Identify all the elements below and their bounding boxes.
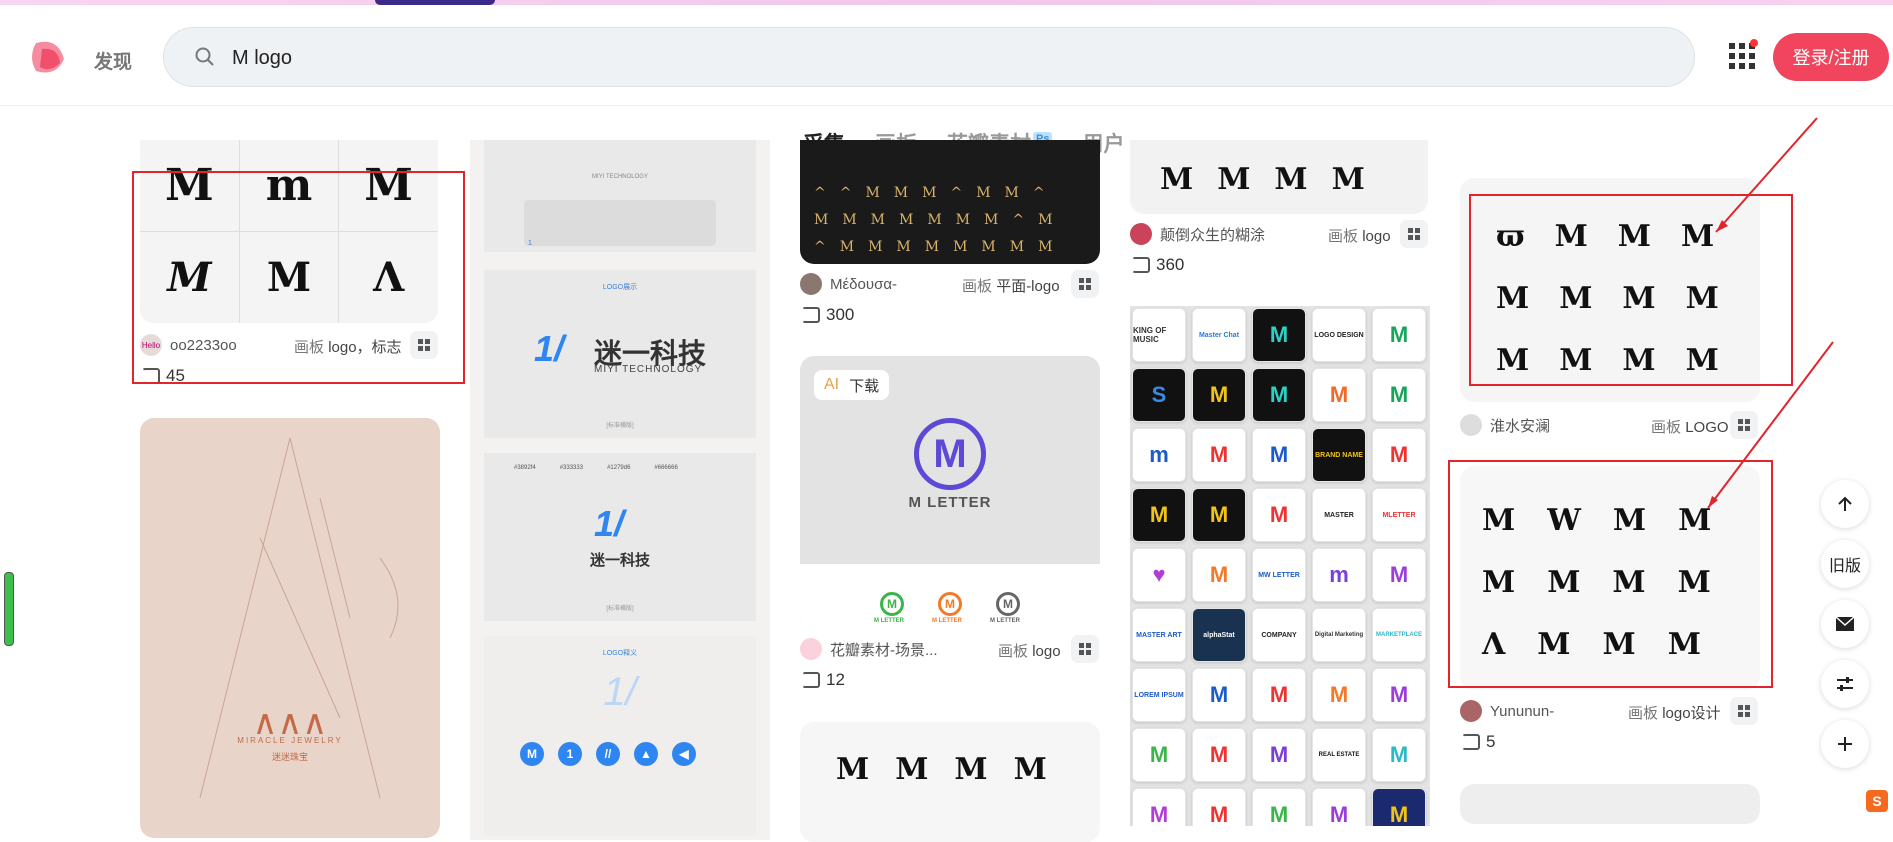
annotation-arrows [1707, 117, 1834, 509]
plus-icon [1838, 737, 1852, 751]
sliders-icon [1837, 677, 1853, 691]
mail-button[interactable] [1821, 600, 1869, 648]
back-to-top-button[interactable] [1821, 480, 1869, 528]
sogou-ime-icon[interactable]: S [1866, 790, 1888, 812]
mail-icon [1835, 616, 1855, 631]
left-scroll-indicator[interactable] [4, 572, 14, 646]
old-version-button[interactable]: 旧版 [1821, 540, 1869, 588]
add-button[interactable] [1821, 720, 1869, 768]
arrow-up-icon [1838, 496, 1852, 511]
settings-sliders-button[interactable] [1821, 660, 1869, 708]
